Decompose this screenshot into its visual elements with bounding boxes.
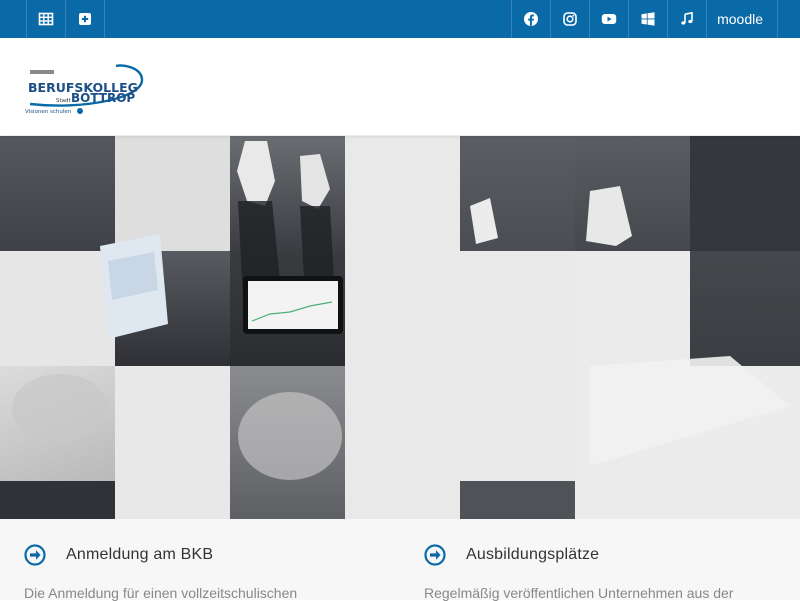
facebook-icon[interactable] [511, 0, 550, 38]
music-note-icon[interactable] [667, 0, 706, 38]
arrow-right-circle-icon [24, 544, 46, 566]
card-text: Die Anmeldung für einen vollzeitschulisc… [24, 585, 298, 601]
moodle-link[interactable]: moodle [706, 0, 778, 38]
card-title: Ausbildungsplätze [466, 546, 600, 563]
card-anmeldung-link[interactable]: Anmeldung am BKB [24, 543, 364, 567]
logo-tagline: Visionen schulen [25, 109, 72, 115]
card-text: Regelmäßig veröffentlichen Unternehmen a… [424, 585, 734, 601]
youtube-icon[interactable] [589, 0, 628, 38]
plus-square-icon[interactable] [65, 0, 105, 38]
windows-icon[interactable] [628, 0, 667, 38]
berufskolleg-logo[interactable]: BERUFSKOLLEG Stadt BOTTROP Visionen schu… [24, 60, 146, 116]
logo-line2-small: Stadt [56, 98, 72, 104]
arrow-right-circle-icon [424, 544, 446, 566]
site-header: BERUFSKOLLEG Stadt BOTTROP Visionen schu… [0, 38, 800, 135]
students-photo [12, 141, 790, 480]
top-bar: moodle [0, 0, 800, 38]
content-section: Anmeldung am BKB Die Anmeldung für einen… [0, 519, 800, 601]
hero-image-mosaic [0, 136, 800, 519]
card-title: Anmeldung am BKB [66, 546, 214, 563]
instagram-icon[interactable] [550, 0, 589, 38]
card-ausbildungsplaetze-link[interactable]: Ausbildungsplätze [424, 543, 764, 567]
top-bar-left [26, 0, 105, 38]
card-anmeldung: Anmeldung am BKB Die Anmeldung für einen… [24, 543, 364, 601]
logo-line2: BOTTROP [71, 91, 135, 105]
card-ausbildungsplaetze: Ausbildungsplätze Regelmäßig veröffentli… [424, 543, 764, 601]
table-icon[interactable] [26, 0, 65, 38]
top-bar-right: moodle [511, 0, 778, 38]
